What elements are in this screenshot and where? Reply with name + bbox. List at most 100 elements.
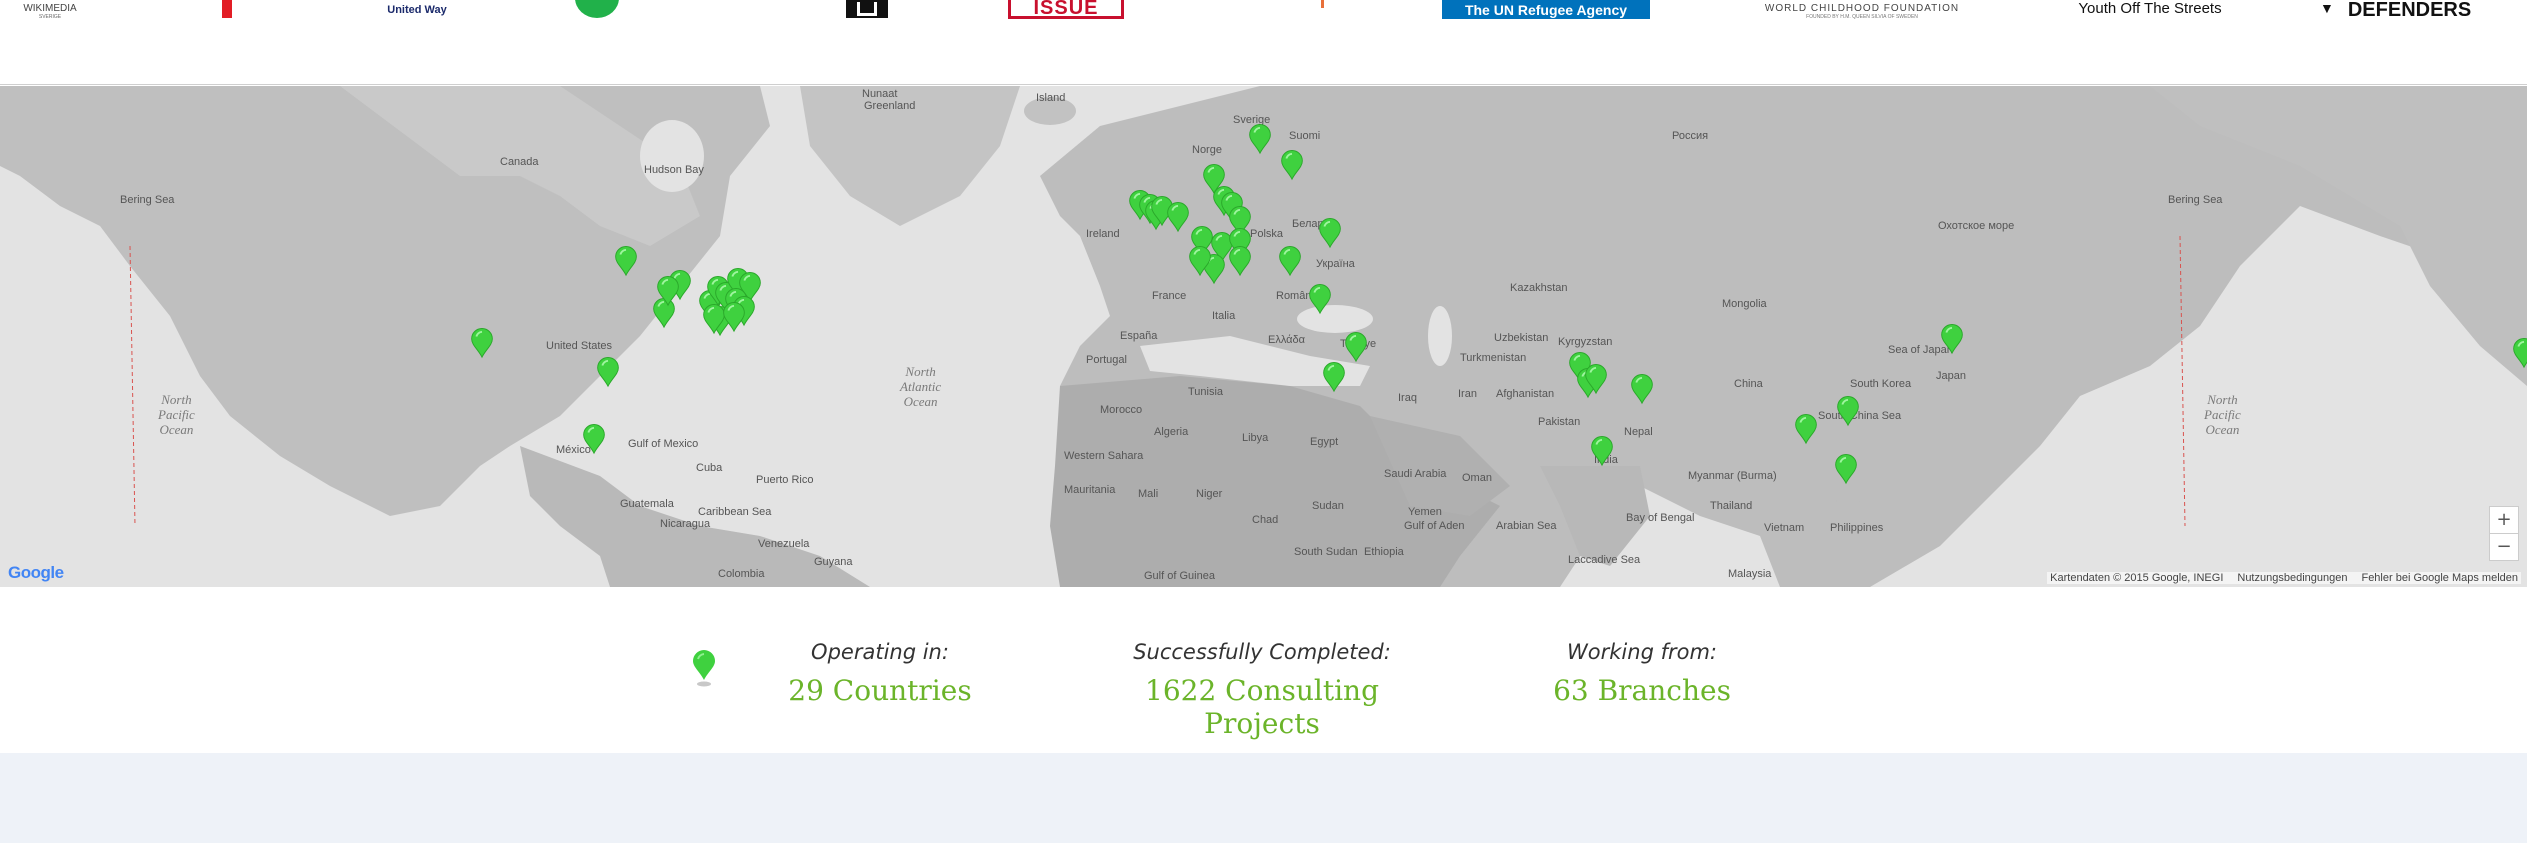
logo-wikimedia-sub: SVERIGE bbox=[38, 13, 62, 20]
logo-childhood[interactable]: WORLD CHILDHOOD FOUNDATION FOUNDED BY H.… bbox=[1762, 0, 1962, 22]
stat-branches-label: Working from: bbox=[1567, 640, 1717, 664]
location-marker[interactable] bbox=[1318, 218, 1342, 250]
logo-redcross[interactable] bbox=[212, 0, 242, 18]
label-united-states: United States bbox=[546, 340, 613, 352]
label-france: France bbox=[1152, 290, 1187, 302]
logo-black-square[interactable] bbox=[846, 0, 888, 18]
location-marker[interactable] bbox=[1166, 202, 1190, 234]
label-western-sahara: Western Sahara bbox=[1064, 450, 1144, 462]
location-marker[interactable] bbox=[1836, 396, 1860, 428]
map-marker-icon bbox=[693, 650, 715, 687]
label-bering-sea-left: Bering Sea bbox=[120, 194, 175, 206]
label-libya: Libya bbox=[1242, 432, 1269, 444]
label-portugal: Portugal bbox=[1086, 354, 1127, 366]
label-mongolia: Mongolia bbox=[1722, 298, 1767, 310]
zoom-out-button[interactable]: − bbox=[2489, 533, 2519, 561]
location-marker[interactable] bbox=[470, 328, 494, 360]
label-bay-of-bengal: Bay of Bengal bbox=[1626, 512, 1695, 524]
logo-childhood-name: WORLD CHILDHOOD FOUNDATION bbox=[1764, 2, 1960, 14]
label-china: China bbox=[1734, 378, 1763, 390]
ocean-north-pacific-right: North Pacific Ocean bbox=[2204, 392, 2241, 437]
label-laccadive-sea: Laccadive Sea bbox=[1568, 554, 1641, 566]
label-gulf-of-aden: Gulf of Aden bbox=[1404, 520, 1465, 532]
location-marker[interactable] bbox=[1590, 436, 1614, 468]
location-marker[interactable] bbox=[1278, 246, 1302, 278]
label-guatemala: Guatemala bbox=[620, 498, 674, 510]
location-marker[interactable] bbox=[1188, 246, 1212, 278]
stat-projects-label: Successfully Completed: bbox=[1133, 640, 1391, 664]
logo-unhcr[interactable]: The UN Refugee Agency bbox=[1442, 0, 1650, 19]
label-italy: Italia bbox=[1212, 310, 1236, 322]
label-malaysia: Malaysia bbox=[1728, 568, 1772, 580]
label-nepal: Nepal bbox=[1624, 426, 1653, 438]
label-south-korea: South Korea bbox=[1850, 378, 1912, 390]
location-marker[interactable] bbox=[1308, 284, 1332, 316]
label-poland: Polska bbox=[1250, 228, 1284, 240]
ocean-north-pacific-left: North Pacific Ocean bbox=[158, 392, 195, 437]
label-spain: España bbox=[1120, 330, 1158, 342]
logo-orange[interactable] bbox=[1310, 0, 1324, 8]
location-marker[interactable] bbox=[1280, 150, 1304, 182]
label-morocco: Morocco bbox=[1100, 404, 1143, 416]
location-marker[interactable] bbox=[1794, 414, 1818, 446]
label-norway: Norge bbox=[1192, 144, 1222, 156]
location-marker[interactable] bbox=[1940, 324, 1964, 356]
logo-issue[interactable]: ISSUE bbox=[1008, 0, 1124, 19]
label-caribbean: Caribbean Sea bbox=[698, 506, 772, 518]
location-marker[interactable] bbox=[722, 302, 746, 334]
world-map[interactable]: Nunaat Greenland Canada Hudson Bay Unite… bbox=[0, 86, 2527, 587]
logo-united-way[interactable]: United Way bbox=[372, 0, 462, 22]
label-canada: Canada bbox=[500, 156, 539, 168]
label-guyana: Guyana bbox=[814, 556, 853, 568]
location-marker[interactable] bbox=[656, 276, 680, 308]
label-finland: Suomi bbox=[1289, 130, 1321, 142]
location-marker[interactable] bbox=[1344, 332, 1368, 364]
logo-childhood-sub: FOUNDED BY H.M. QUEEN SILVIA OF SWEDEN bbox=[1806, 13, 1918, 20]
label-hudson-bay: Hudson Bay bbox=[644, 164, 704, 176]
location-marker[interactable] bbox=[2512, 338, 2527, 370]
label-egypt: Egypt bbox=[1310, 436, 1339, 448]
map-land-layer bbox=[0, 86, 2527, 587]
label-philippines: Philippines bbox=[1830, 522, 1884, 534]
map-attribution: Kartendaten © 2015 Google, INEGI Nutzung… bbox=[2047, 572, 2521, 584]
label-kyrgyzstan: Kyrgyzstan bbox=[1558, 336, 1613, 348]
label-okhotsk: Охотское море bbox=[1938, 220, 2015, 232]
label-kazakhstan: Kazakhstan bbox=[1510, 282, 1568, 294]
label-niger: Niger bbox=[1196, 488, 1223, 500]
label-iraq: Iraq bbox=[1398, 392, 1417, 404]
label-greenland: Greenland bbox=[864, 100, 916, 112]
label-arabian-sea: Arabian Sea bbox=[1496, 520, 1557, 532]
logo-youth[interactable]: Youth Off The Streets bbox=[2078, 0, 2221, 22]
label-thailand: Thailand bbox=[1710, 500, 1753, 512]
label-nunaat: Nunaat bbox=[862, 88, 898, 100]
location-marker[interactable] bbox=[614, 246, 638, 278]
footer-band bbox=[0, 753, 2527, 843]
stat-projects-value: 1622 Consulting Projects bbox=[1145, 674, 1379, 740]
map-data-credit: Kartendaten © 2015 Google, INEGI bbox=[2050, 572, 2224, 584]
location-marker[interactable] bbox=[596, 357, 620, 389]
logo-wikimedia[interactable]: WIKIMEDIA SVERIGE bbox=[10, 0, 90, 22]
label-iran: Iran bbox=[1458, 388, 1477, 400]
location-marker[interactable] bbox=[582, 424, 606, 456]
terms-link[interactable]: Nutzungsbedingungen bbox=[2237, 572, 2347, 584]
location-marker[interactable] bbox=[1228, 246, 1252, 278]
location-marker[interactable] bbox=[1322, 362, 1346, 394]
label-algeria: Algeria bbox=[1154, 426, 1189, 438]
logo-unhcr-name: The UN Refugee Agency bbox=[1464, 1, 1628, 18]
location-marker[interactable] bbox=[1630, 374, 1654, 406]
logo-defenders[interactable]: ▼ DEFENDERS bbox=[2320, 0, 2520, 22]
location-marker[interactable] bbox=[1248, 124, 1272, 156]
google-logo-text: Google bbox=[8, 563, 64, 582]
logo-green[interactable] bbox=[575, 0, 705, 18]
label-puerto-rico: Puerto Rico bbox=[756, 474, 814, 486]
location-marker[interactable] bbox=[1584, 364, 1608, 396]
label-cuba: Cuba bbox=[696, 462, 723, 474]
google-logo[interactable]: Google bbox=[8, 563, 64, 583]
location-marker[interactable] bbox=[1834, 454, 1858, 486]
report-error-link[interactable]: Fehler bei Google Maps melden bbox=[2361, 572, 2518, 584]
label-russia: Россия bbox=[1672, 130, 1709, 142]
label-gulf-of-guinea: Gulf of Guinea bbox=[1144, 570, 1215, 582]
label-mali: Mali bbox=[1138, 488, 1159, 500]
zoom-in-button[interactable]: + bbox=[2489, 506, 2519, 534]
label-afghanistan: Afghanistan bbox=[1496, 388, 1555, 400]
